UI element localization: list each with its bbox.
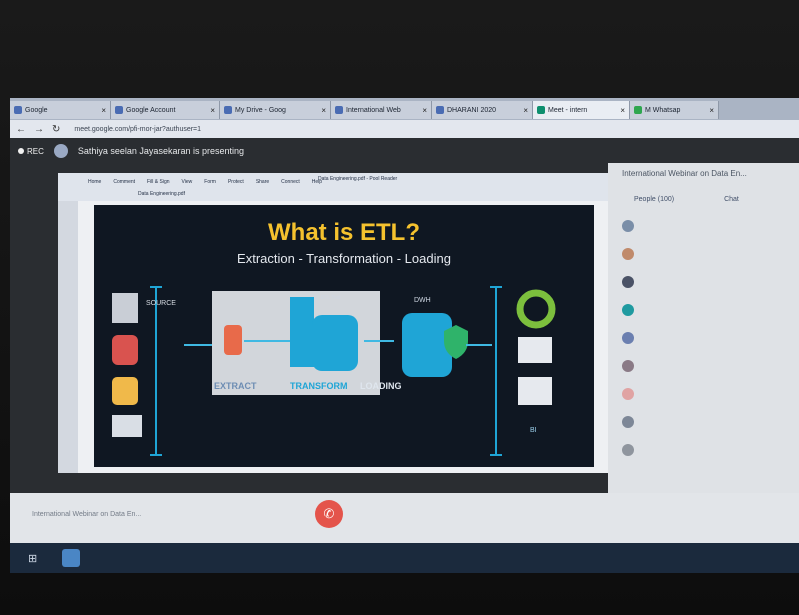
shared-screen: Data Engineering.pdf - Pool Reader Home … [58,173,618,473]
transform-label: TRANSFORM [290,381,348,391]
participant-row[interactable] [622,299,792,321]
etl-tool-label: ETL Tool [321,295,341,301]
document-icon [112,293,138,323]
participant-row[interactable] [622,243,792,265]
tab-international-web[interactable]: International Web × [331,101,432,119]
wrench-icon [290,297,314,367]
participant-row[interactable] [622,271,792,293]
avatar [622,276,634,288]
menu-form[interactable]: Form [204,179,216,185]
tab-dharani[interactable]: DHARANI 2020 × [432,101,533,119]
menu-connect[interactable]: Connect [281,179,300,185]
etl-slide: What is ETL? Extraction - Transformation… [94,205,594,467]
close-icon[interactable]: × [709,106,714,115]
tab-my-drive[interactable]: My Drive - Goog × [220,101,331,119]
page-icon [436,106,444,114]
participants-panel: International Webinar on Data En... Peop… [608,163,799,493]
tab-google-account[interactable]: Google Account × [111,101,220,119]
loading-label: LOADING [360,381,402,391]
source-bracket [150,286,162,456]
avatar [622,304,634,316]
menu-home[interactable]: Home [88,179,101,185]
close-icon[interactable]: × [101,106,106,115]
transform-db-icon [312,315,358,371]
reload-icon[interactable]: ↻ [52,124,60,135]
avatar [53,144,68,158]
bi-bracket [490,286,502,456]
whatsapp-icon [634,106,642,114]
avatar [622,416,634,428]
close-icon[interactable]: × [210,106,215,115]
dwh-label: DWH [414,297,431,304]
report-icon [518,337,552,363]
bi-label: BI [530,427,537,434]
tab-meet[interactable]: Meet - intern × [533,101,630,119]
meeting-name: International Webinar on Data En... [32,511,142,518]
tab-whatsapp[interactable]: M Whatsap × [630,101,719,119]
menu-fill-sign[interactable]: Fill & Sign [147,179,170,185]
tab-people[interactable]: People (100) [634,196,674,203]
avatar [622,388,634,400]
meet-icon [537,106,545,114]
meet-bottom-bar: International Webinar on Data En... ✆ [10,493,799,543]
forward-icon[interactable]: → [34,124,44,135]
avatar [622,444,634,456]
drive-icon [224,106,232,114]
google-icon [115,106,123,114]
avatar [622,248,634,260]
database-icon [112,377,138,405]
menu-share[interactable]: Share [256,179,269,185]
record-dot-icon [18,148,24,154]
avatar [622,220,634,232]
dashboard-icon [518,377,552,405]
browser-tab-bar: Google × Google Account × My Drive - Goog ×… [10,98,799,120]
tab-google[interactable]: Google × [10,101,111,119]
back-icon[interactable]: ← [16,124,26,135]
participant-row[interactable] [622,327,792,349]
menu-protect[interactable]: Protect [228,179,244,185]
source-icons [112,293,142,437]
close-icon[interactable]: × [321,106,326,115]
page-icon [335,106,343,114]
recording-indicator: REC [18,147,44,156]
etl-diagram [112,286,556,456]
tab-chat[interactable]: Chat [724,196,739,203]
extract-db-icon [224,325,242,355]
participant-row[interactable] [622,215,792,237]
presenting-label: Sathiya seelan Jayasekaran is presenting [77,146,244,156]
monitor-screen: Google × Google Account × My Drive - Goog ×… [10,98,799,573]
participant-row[interactable] [622,411,792,433]
browser-taskbar-icon[interactable] [62,549,80,567]
avatar [622,332,634,344]
donut-chart-icon [516,289,556,329]
cloud-icon [112,415,142,437]
source-label: SOURCE [146,300,176,307]
close-icon[interactable]: × [523,106,528,115]
menu-view[interactable]: View [182,179,193,185]
participant-row[interactable] [622,439,792,461]
avatar [622,360,634,372]
menu-comment[interactable]: Comment [113,179,135,185]
address-bar: ← → ↻ meet.google.com/pfi-mor-jar?authus… [10,120,799,138]
pdf-window-title: Data Engineering.pdf - Pool Reader [318,176,398,182]
windows-taskbar: ⊞ [10,543,799,573]
phone-icon: ✆ [323,506,335,521]
participant-row[interactable] [622,383,792,405]
end-call-button[interactable]: ✆ [315,500,343,528]
pdf-toolbar: Data Engineering.pdf - Pool Reader Home … [58,173,618,201]
extract-label: EXTRACT [214,381,257,391]
meet-header: REC Sathiya seelan Jayasekaran is presen… [10,138,610,164]
close-icon[interactable]: × [422,106,427,115]
panel-title: International Webinar on Data En... [622,169,747,178]
database-icon [112,335,138,365]
url-field[interactable]: meet.google.com/pfi-mor-jar?authuser=1 [74,126,201,133]
google-icon [14,106,22,114]
participant-row[interactable] [622,355,792,377]
windows-start-icon[interactable]: ⊞ [28,552,37,565]
panel-tabs: People (100) Chat [608,191,799,207]
pdf-document-tab[interactable]: Data Engineering.pdf [138,191,185,197]
close-icon[interactable]: × [620,106,625,115]
pdf-left-toolbar [58,201,78,473]
